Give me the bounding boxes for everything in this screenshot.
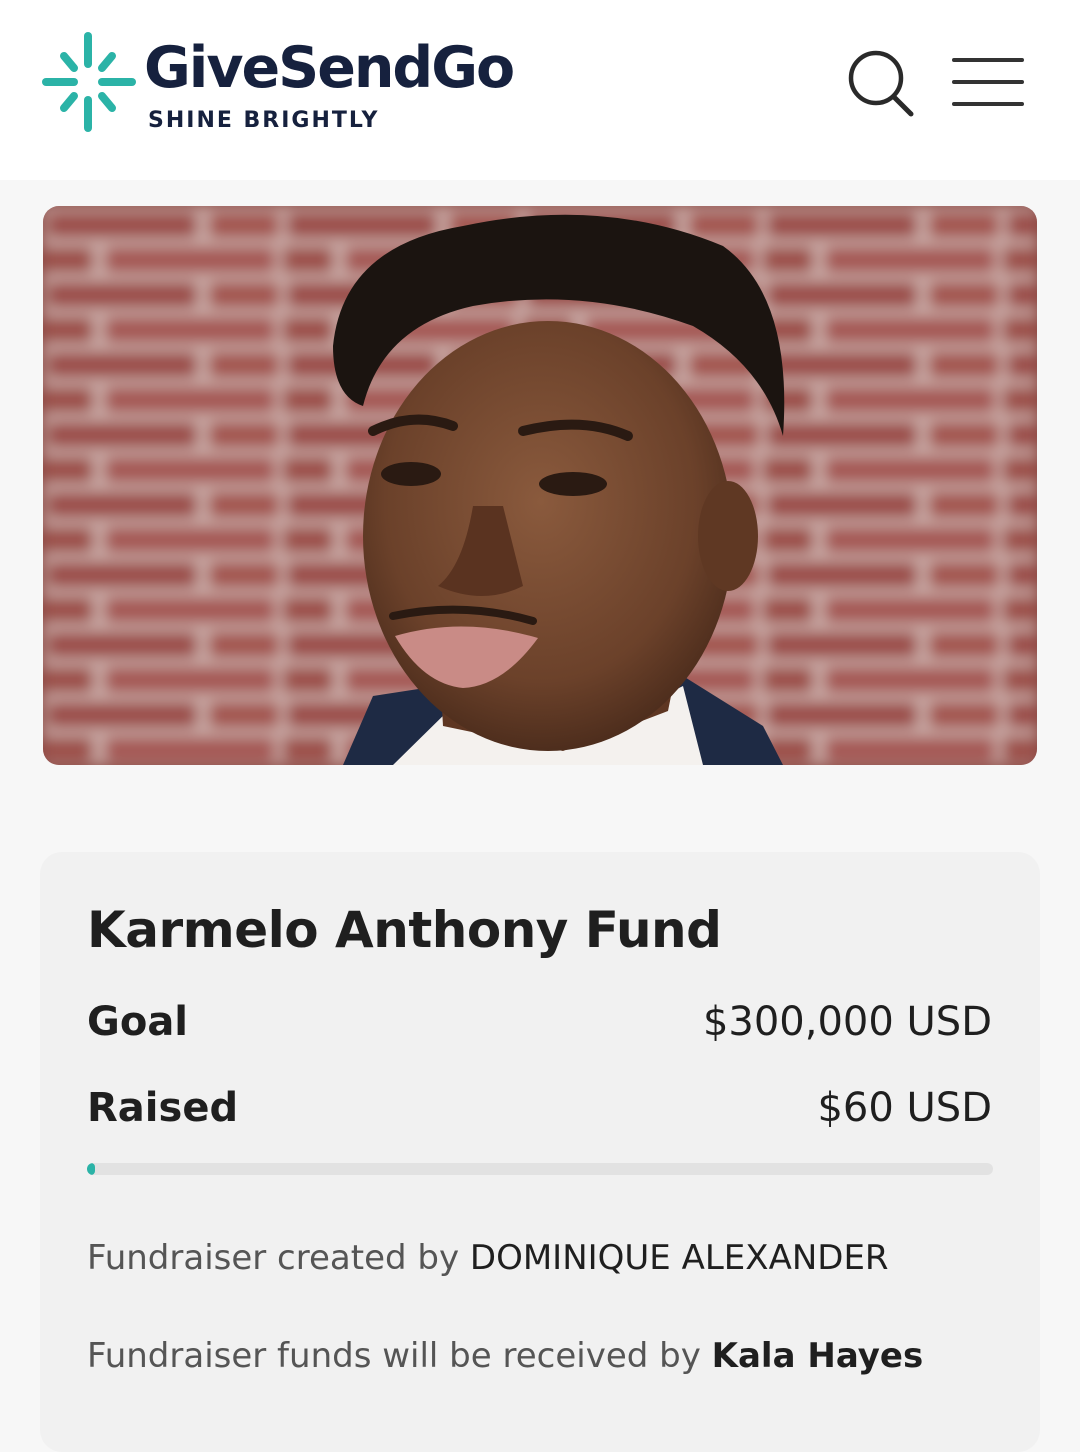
- raised-amount: $60 USD: [817, 1085, 992, 1131]
- goal-amount: $300,000 USD: [702, 999, 992, 1045]
- beneficiary-line: Fundraiser funds will be received by Kal…: [87, 1336, 923, 1377]
- site-logo[interactable]: GiveSendGo SHINE BRIGHTLY: [40, 30, 540, 140]
- beneficiary-prefix: Fundraiser funds will be received by: [87, 1336, 701, 1376]
- portrait-photo: [43, 206, 1037, 765]
- organizer-name[interactable]: DOMINIQUE ALEXANDER: [470, 1238, 889, 1278]
- sparkle-logo-icon: [42, 32, 136, 132]
- funding-progress-fill: [87, 1163, 95, 1175]
- beneficiary-name[interactable]: Kala Hayes: [712, 1336, 924, 1376]
- hamburger-menu-button[interactable]: [950, 54, 1028, 110]
- organizer-line: Fundraiser created by DOMINIQUE ALEXANDE…: [87, 1238, 889, 1279]
- campaign-title: Karmelo Anthony Fund: [87, 901, 722, 959]
- raised-label: Raised: [87, 1085, 239, 1131]
- funding-progress-bar: [87, 1163, 993, 1175]
- search-icon: [848, 50, 914, 117]
- search-button[interactable]: [845, 48, 917, 120]
- brand-name: GiveSendGo: [144, 35, 515, 101]
- brand-tagline: SHINE BRIGHTLY: [148, 108, 380, 133]
- organizer-prefix: Fundraiser created by: [87, 1238, 460, 1278]
- goal-label: Goal: [87, 999, 189, 1045]
- campaign-photo: [43, 206, 1037, 765]
- site-header: GiveSendGo SHINE BRIGHTLY: [0, 0, 1080, 180]
